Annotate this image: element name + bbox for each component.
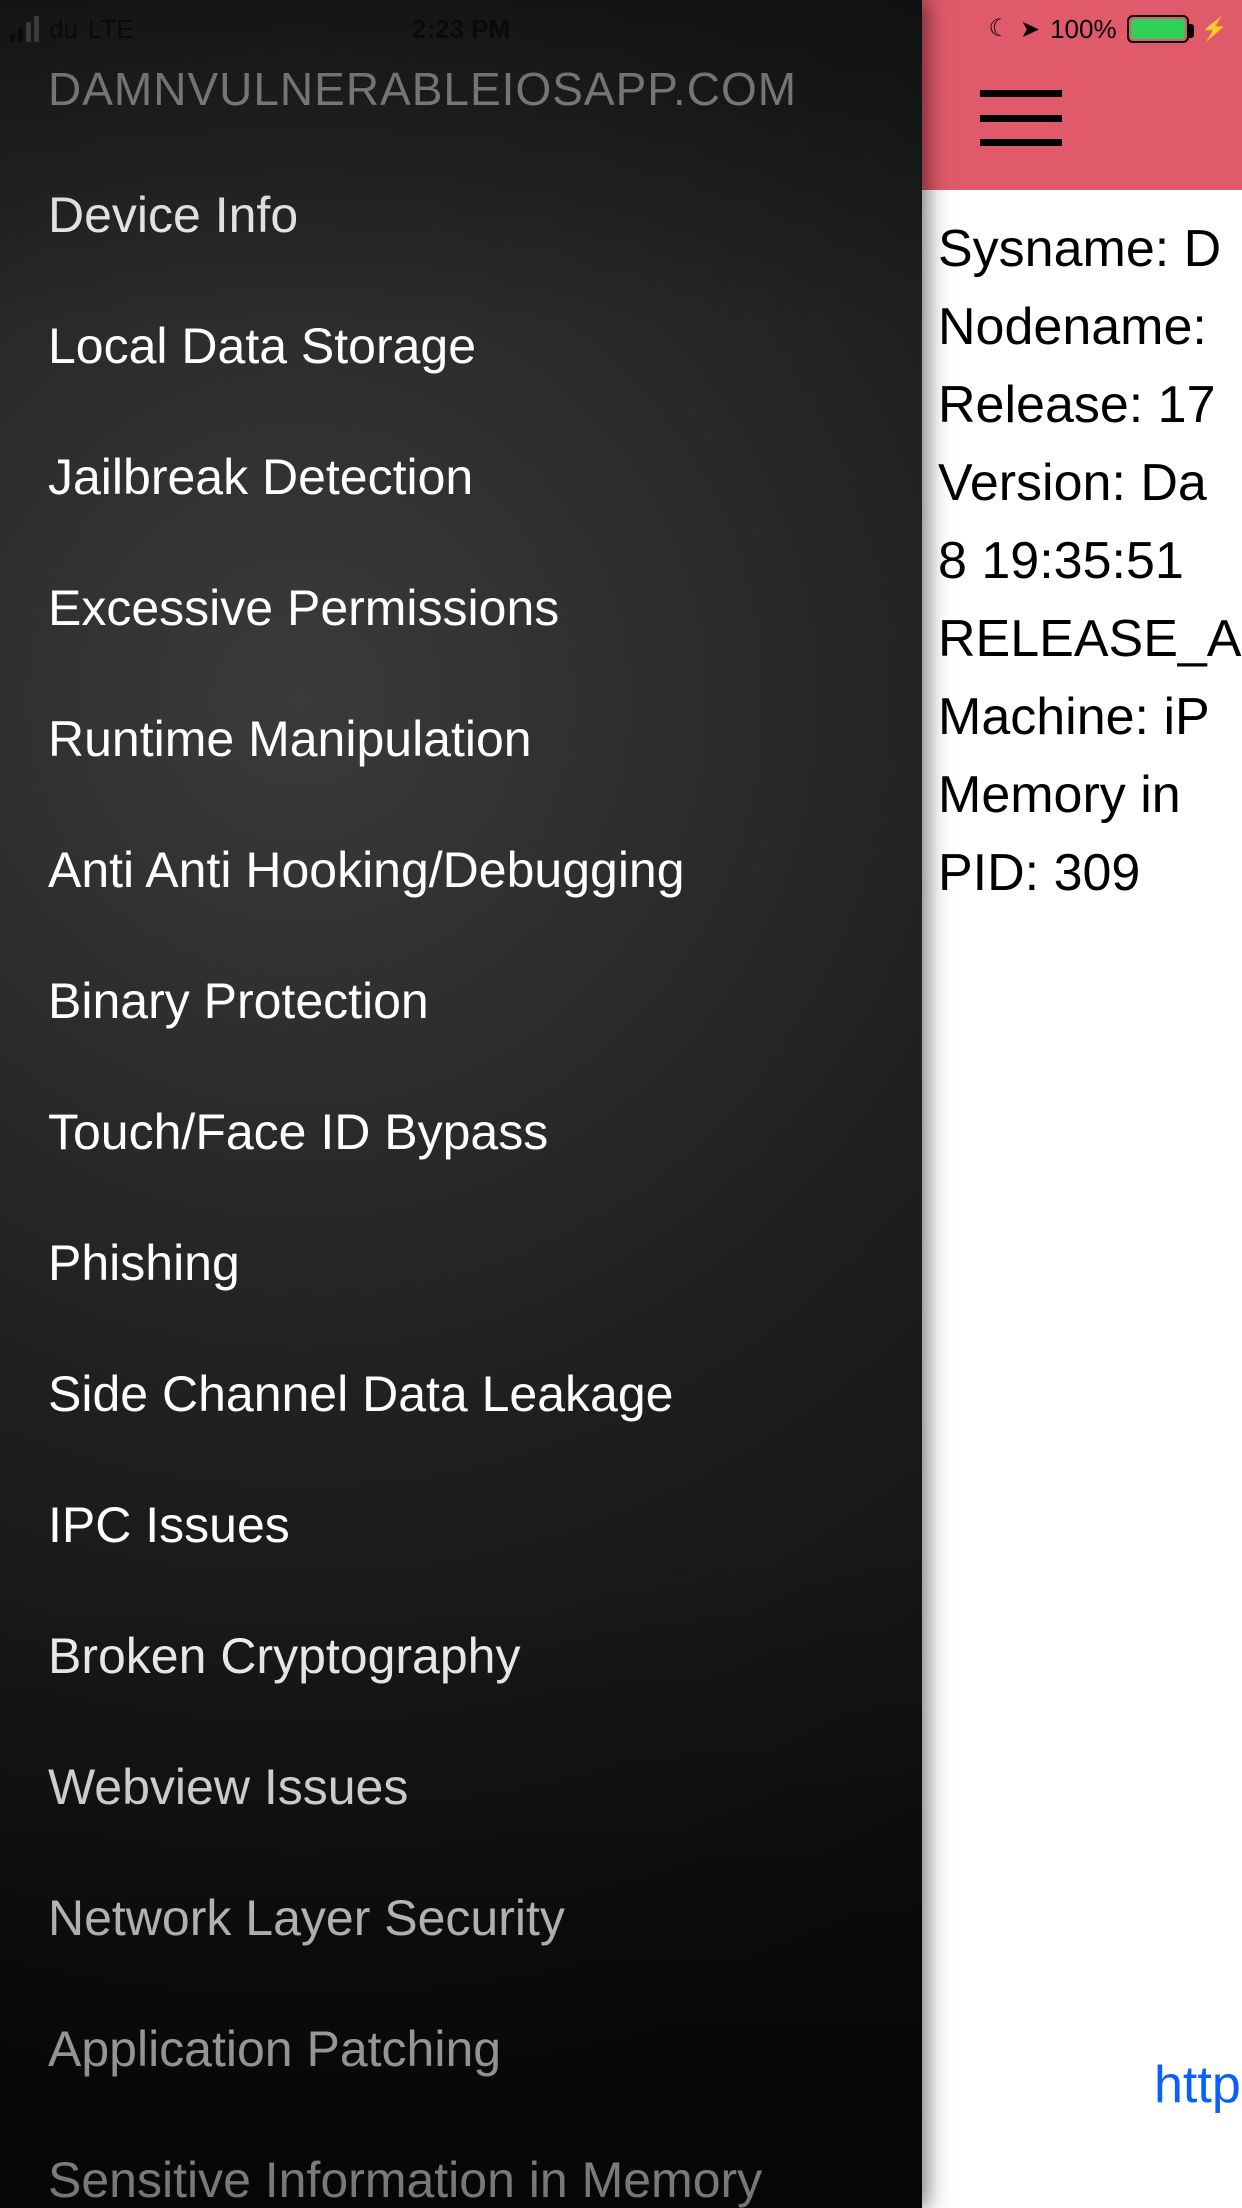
menu-item-broken-crypto[interactable]: Broken Cryptography (48, 1591, 762, 1722)
charging-icon: ⚡ (1201, 16, 1228, 42)
donate-link[interactable]: http (1154, 2055, 1241, 2115)
device-info-line: Machine: iP (938, 678, 1242, 756)
menu-list: Device Info Local Data Storage Jailbreak… (48, 150, 762, 2208)
status-bar: du LTE 2:23 PM (0, 0, 922, 58)
menu-item-binary-protection[interactable]: Binary Protection (48, 936, 762, 1067)
menu-item-local-data-storage[interactable]: Local Data Storage (48, 281, 762, 412)
device-info-line: Sysname: D (938, 210, 1242, 288)
app-content: Sysname: D Nodename: Release: 17 Version… (922, 0, 1242, 2208)
device-info-line: Version: Da (938, 444, 1242, 522)
menu-item-excessive-permissions[interactable]: Excessive Permissions (48, 543, 762, 674)
battery-percent: 100% (1050, 14, 1117, 45)
menu-item-device-info[interactable]: Device Info (48, 150, 762, 281)
menu-item-ipc-issues[interactable]: IPC Issues (48, 1460, 762, 1591)
menu-item-jailbreak-detection[interactable]: Jailbreak Detection (48, 412, 762, 543)
menu-item-side-channel[interactable]: Side Channel Data Leakage (48, 1329, 762, 1460)
menu-item-runtime-manipulation[interactable]: Runtime Manipulation (48, 674, 762, 805)
device-info-line: PID: 309 (938, 834, 1242, 912)
menu-item-webview-issues[interactable]: Webview Issues (48, 1722, 762, 1853)
menu-item-sensitive-info-memory[interactable]: Sensitive Information in Memory (48, 2115, 762, 2208)
screen: Sysname: D Nodename: Release: 17 Version… (0, 0, 1242, 2208)
menu-item-phishing[interactable]: Phishing (48, 1198, 762, 1329)
status-time: 2:23 PM (0, 14, 922, 45)
menu-item-application-patching[interactable]: Application Patching (48, 1984, 762, 2115)
menu-item-anti-hooking[interactable]: Anti Anti Hooking/Debugging (48, 805, 762, 936)
location-icon: ➤ (1020, 15, 1040, 44)
device-info-line: Nodename: (938, 288, 1242, 366)
device-info-text: Sysname: D Nodename: Release: 17 Version… (938, 210, 1242, 912)
battery-icon (1127, 15, 1189, 43)
device-info-line: RELEASE_A (938, 600, 1242, 678)
menu-item-touch-face-id-bypass[interactable]: Touch/Face ID Bypass (48, 1067, 762, 1198)
device-info-line: 8 19:35:51 (938, 522, 1242, 600)
device-info-line: Release: 17 (938, 366, 1242, 444)
menu-item-network-layer-security[interactable]: Network Layer Security (48, 1853, 762, 1984)
do-not-disturb-icon: ☾ (988, 14, 1010, 43)
device-info-line: Memory in (938, 756, 1242, 834)
menu-toggle-button[interactable] (980, 90, 1062, 146)
side-menu: du LTE 2:23 PM DAMNVULNERABLEIOSAPP.COM … (0, 0, 922, 2208)
status-bar-right: ☾ ➤ 100% ⚡ (922, 0, 1242, 58)
menu-title: DAMNVULNERABLEIOSAPP.COM (48, 62, 797, 116)
